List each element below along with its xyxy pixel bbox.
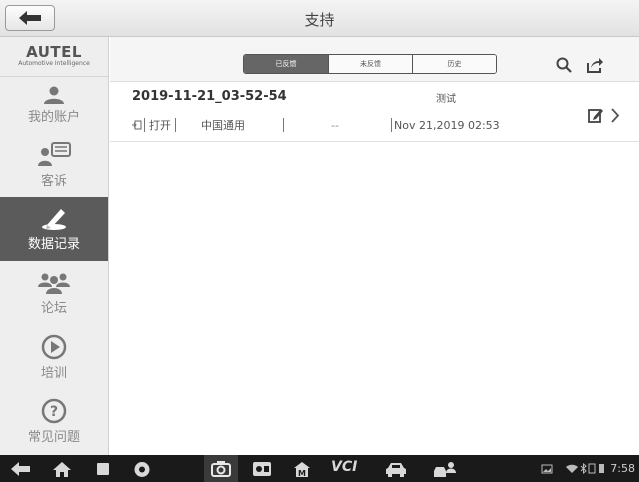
logo-brand: AUTEL [26, 43, 82, 61]
car-icon[interactable] [385, 461, 407, 477]
record-title: 测试 [436, 94, 456, 105]
tab-history[interactable]: 历史 [412, 55, 496, 73]
sidebar-item-data-log[interactable]: 数据记录 [0, 197, 108, 261]
sidebar-item-label: 培训 [40, 365, 67, 381]
toolbar: 已反馈 未反馈 历史 [110, 37, 639, 82]
sidebar-item-label: 客诉 [40, 173, 67, 189]
service-icon[interactable]: M [293, 461, 311, 478]
feedback-tabs: 已反馈 未反馈 历史 [243, 54, 497, 74]
screenshot-notify-icon [541, 464, 553, 474]
battery-icon [599, 464, 604, 473]
title-bar: 支持 [0, 0, 639, 37]
edit-icon[interactable] [588, 108, 604, 123]
page-title: 支持 [304, 11, 335, 29]
autel-logo: AUTEL Automotive Intelligence [0, 37, 108, 77]
vci-icon: VCI [331, 459, 358, 475]
sidebar-item-faq[interactable]: ? 常见问题 [0, 389, 108, 453]
vci-button[interactable]: VCI [331, 459, 357, 475]
display-icon[interactable] [252, 461, 272, 477]
car-user-icon[interactable] [432, 461, 458, 479]
record-name: 2019-11-21_03-52-54 [132, 89, 287, 104]
play-circle-icon [41, 334, 67, 359]
search-icon[interactable] [556, 57, 572, 73]
person-icon [44, 86, 64, 104]
record-vehicle: 中国通用 [201, 119, 245, 132]
open-file-icon [132, 120, 142, 130]
sidebar-item-label: 数据记录 [27, 236, 80, 252]
share-icon[interactable] [586, 57, 604, 73]
camera-icon [211, 461, 231, 477]
group-icon [38, 273, 70, 294]
system-navbar: M VCI 7:58 [0, 455, 639, 482]
svg-text:M: M [298, 469, 306, 478]
divider [175, 118, 176, 132]
sidebar-item-forum[interactable]: 论坛 [0, 261, 108, 325]
recent-apps-icon[interactable] [95, 461, 111, 477]
camera-button[interactable] [204, 455, 238, 482]
wifi-icon [566, 464, 578, 473]
sidebar-item-training[interactable]: 培训 [0, 325, 108, 389]
home-icon[interactable] [52, 461, 72, 478]
app-window: 支持 AUTEL Automotive Intelligence 我的账户 客诉 [0, 0, 639, 482]
sidebar-item-account[interactable]: 我的账户 [0, 77, 108, 133]
open-link[interactable]: 打开 [149, 117, 171, 133]
chevron-right-icon[interactable] [610, 108, 620, 123]
sidebar: AUTEL Automotive Intelligence 我的账户 客诉 数据… [0, 37, 109, 455]
chat-icon [38, 141, 71, 166]
signal-icon [588, 463, 596, 474]
record-details: 打开 中国通用 -- Nov 21,2019 02:53 [132, 117, 500, 133]
logo-tagline: Automotive Intelligence [18, 60, 90, 67]
record-date: Nov 21,2019 02:53 [394, 118, 500, 132]
divider [144, 118, 145, 132]
sidebar-item-label: 常见问题 [27, 429, 80, 445]
tab-feedback-unsent[interactable]: 未反馈 [328, 55, 412, 73]
bluetooth-icon [580, 463, 587, 474]
browser-icon[interactable] [133, 461, 151, 478]
divider [391, 118, 392, 132]
pen-icon [42, 208, 66, 230]
question-icon: ? [41, 398, 67, 423]
list-item[interactable]: 2019-11-21_03-52-54 测试 打开 中国通用 -- Nov 21… [110, 82, 639, 142]
divider [283, 118, 284, 132]
sidebar-item-complaints[interactable]: 客诉 [0, 133, 108, 197]
svg-text:?: ? [50, 404, 58, 420]
sidebar-item-label: 论坛 [40, 300, 67, 316]
back-icon[interactable] [10, 461, 32, 477]
tab-feedback-sent[interactable]: 已反馈 [244, 55, 328, 73]
clock: 7:58 [610, 462, 635, 475]
record-dash: -- [331, 118, 339, 132]
sidebar-item-label: 我的账户 [27, 109, 80, 125]
